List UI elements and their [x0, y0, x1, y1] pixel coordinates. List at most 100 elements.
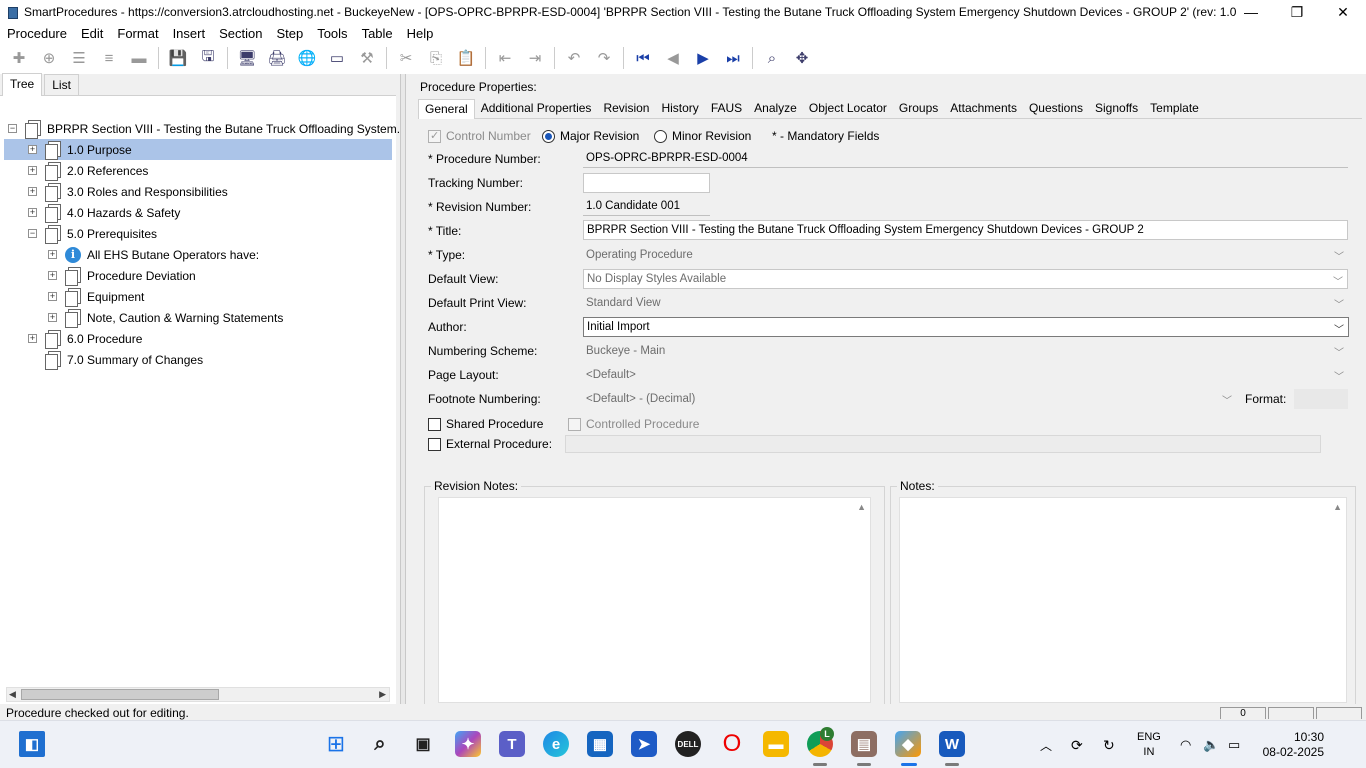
expand-icon[interactable]: + — [28, 334, 37, 343]
tab-additional-properties[interactable]: Additional Properties — [475, 99, 598, 118]
expand-icon[interactable]: + — [28, 187, 37, 196]
paste-icon[interactable]: 📋 — [454, 46, 478, 70]
scroll-up-icon[interactable]: ▲ — [1333, 502, 1342, 512]
preview-icon[interactable]: ▭ — [325, 46, 349, 70]
control-number-checkbox[interactable] — [428, 129, 441, 143]
redo-icon[interactable]: ↷ — [592, 46, 616, 70]
cut-icon[interactable]: ✂ — [394, 46, 418, 70]
indent-icon[interactable]: ⇥ — [523, 46, 547, 70]
copilot-icon[interactable]: ✦ — [455, 731, 481, 757]
list-icon[interactable]: ☰ — [67, 46, 91, 70]
first-icon[interactable]: ⏮ — [631, 46, 655, 70]
tree-node-summary[interactable]: 7.0 Summary of Changes — [45, 349, 203, 370]
menu-help[interactable]: Help — [399, 26, 440, 41]
widgets-icon[interactable]: ◧ — [19, 731, 45, 757]
major-revision-option[interactable]: Major Revision — [542, 126, 639, 146]
tree-node-equipment[interactable]: + Equipment — [48, 286, 144, 307]
last-icon[interactable]: ⏭ — [721, 46, 745, 70]
default-view-dropdown[interactable]: No Display Styles Available ﹀ — [583, 269, 1348, 289]
tree-horizontal-scrollbar[interactable]: ◀ ▶ — [6, 687, 390, 702]
expand-icon[interactable]: + — [28, 166, 37, 175]
type-dropdown[interactable]: Operating Procedure ﹀ — [583, 245, 1348, 265]
tab-general[interactable]: General — [418, 99, 475, 119]
expand-icon[interactable]: + — [28, 208, 37, 217]
expand-icon[interactable]: + — [28, 145, 37, 154]
save-all-icon[interactable]: 💾 — [166, 46, 190, 70]
expand-icon[interactable]: + — [48, 313, 57, 322]
scroll-left-icon[interactable]: ◀ — [9, 688, 16, 701]
shared-procedure-option[interactable]: Shared Procedure — [428, 414, 543, 434]
revision-notes-textarea[interactable]: ▲ — [438, 497, 871, 703]
expand-icon[interactable]: + — [48, 250, 57, 259]
page-layout-dropdown[interactable]: <Default> ﹀ — [583, 365, 1348, 385]
tree-node-statements[interactable]: + Note, Caution & Warning Statements — [48, 307, 283, 328]
revision-number-field[interactable]: 1.0 Candidate 001 — [583, 196, 710, 216]
network-sync-icon[interactable]: ⟳ — [1071, 721, 1083, 768]
tab-template[interactable]: Template — [1144, 99, 1205, 118]
minor-revision-option[interactable]: Minor Revision — [654, 126, 751, 146]
notes-textarea[interactable]: ▲ — [899, 497, 1347, 703]
show-hidden-icons[interactable]: ︿ — [1040, 721, 1052, 768]
tab-tree[interactable]: Tree — [2, 73, 43, 96]
tree-node-prerequisites[interactable]: − 5.0 Prerequisites — [28, 223, 157, 244]
move-icon[interactable]: ✥ — [790, 46, 814, 70]
search-icon[interactable]: ⌕ — [367, 731, 393, 757]
format-field[interactable] — [1294, 389, 1348, 409]
refresh-icon[interactable]: ↻ — [1103, 721, 1115, 768]
remove-icon[interactable]: ▬ — [127, 46, 151, 70]
dell-icon[interactable]: DELL — [675, 731, 701, 757]
scroll-up-icon[interactable]: ▲ — [857, 502, 866, 512]
power-automate-icon[interactable]: ➤ — [631, 731, 657, 757]
external-procedure-option[interactable]: External Procedure: — [428, 434, 552, 454]
menu-tools[interactable]: Tools — [309, 26, 353, 41]
tree-node-root[interactable]: − BPRPR Section VIII - Testing the Butan… — [8, 118, 407, 139]
major-revision-radio[interactable] — [542, 129, 555, 143]
collapse-icon[interactable]: − — [8, 124, 17, 133]
print-icon[interactable]: 🖨 — [265, 46, 289, 70]
wifi-icon[interactable]: ◠ — [1180, 721, 1191, 768]
scroll-thumb[interactable] — [21, 689, 219, 700]
collapse-icon[interactable]: − — [28, 229, 37, 238]
menu-format[interactable]: Format — [109, 26, 164, 41]
previous-icon[interactable]: ◀ — [661, 46, 685, 70]
tree-node-references[interactable]: + 2.0 References — [28, 160, 148, 181]
start-menu-icon[interactable]: ⊞ — [323, 731, 349, 757]
outdent-icon[interactable]: ⇤ — [493, 46, 517, 70]
tracking-number-field[interactable] — [583, 173, 710, 193]
add-icon[interactable]: ✚ — [7, 46, 31, 70]
globe-icon[interactable]: 🌐 — [295, 46, 319, 70]
scroll-right-icon[interactable]: ▶ — [379, 688, 386, 701]
tree-node-purpose[interactable]: + 1.0 Purpose — [4, 139, 392, 160]
minimize-button[interactable]: — — [1228, 0, 1274, 24]
tree-node-roles[interactable]: + 3.0 Roles and Responsibilities — [28, 181, 228, 202]
battery-icon[interactable]: ▭ — [1228, 721, 1240, 768]
volume-icon[interactable]: 🔈 — [1203, 721, 1219, 768]
menu-step[interactable]: Step — [268, 26, 309, 41]
undo-icon[interactable]: ↶ — [562, 46, 586, 70]
smartprocedures-icon[interactable]: ◆ — [895, 731, 921, 757]
tree-node-ehs-operators[interactable]: + i All EHS Butane Operators have: — [48, 244, 259, 265]
opera-icon[interactable]: O — [719, 730, 745, 757]
menu-insert[interactable]: Insert — [165, 26, 212, 41]
expand-icon[interactable]: + — [48, 271, 57, 280]
menu-section[interactable]: Section — [211, 26, 268, 41]
author-dropdown[interactable]: Initial Import ﹀ — [583, 317, 1349, 337]
clock[interactable]: 10:30 08-02-2025 — [1263, 730, 1324, 760]
copy-icon[interactable]: ⎘ — [424, 46, 448, 70]
tree-node-deviation[interactable]: + Procedure Deviation — [48, 265, 196, 286]
procedure-number-field[interactable]: OPS-OPRC-BPRPR-ESD-0004 — [583, 148, 1348, 168]
menu-edit[interactable]: Edit — [73, 26, 109, 41]
language-indicator[interactable]: ENG IN — [1137, 730, 1161, 760]
tab-signoffs[interactable]: Signoffs — [1089, 99, 1144, 118]
menu-procedure[interactable]: Procedure — [0, 26, 73, 41]
edge-icon[interactable]: e — [543, 731, 569, 757]
task-view-icon[interactable]: ▣ — [410, 731, 436, 757]
pane-splitter[interactable] — [400, 74, 406, 704]
tab-faus[interactable]: FAUS — [705, 99, 748, 118]
expand-icon[interactable]: + — [48, 292, 57, 301]
indent-list-icon[interactable]: ≡ — [97, 46, 121, 70]
file-explorer-icon[interactable]: ▬ — [763, 731, 789, 757]
close-button[interactable]: ✕ — [1320, 0, 1366, 24]
word-icon[interactable]: W — [939, 731, 965, 757]
tree-node-hazards[interactable]: + 4.0 Hazards & Safety — [28, 202, 180, 223]
